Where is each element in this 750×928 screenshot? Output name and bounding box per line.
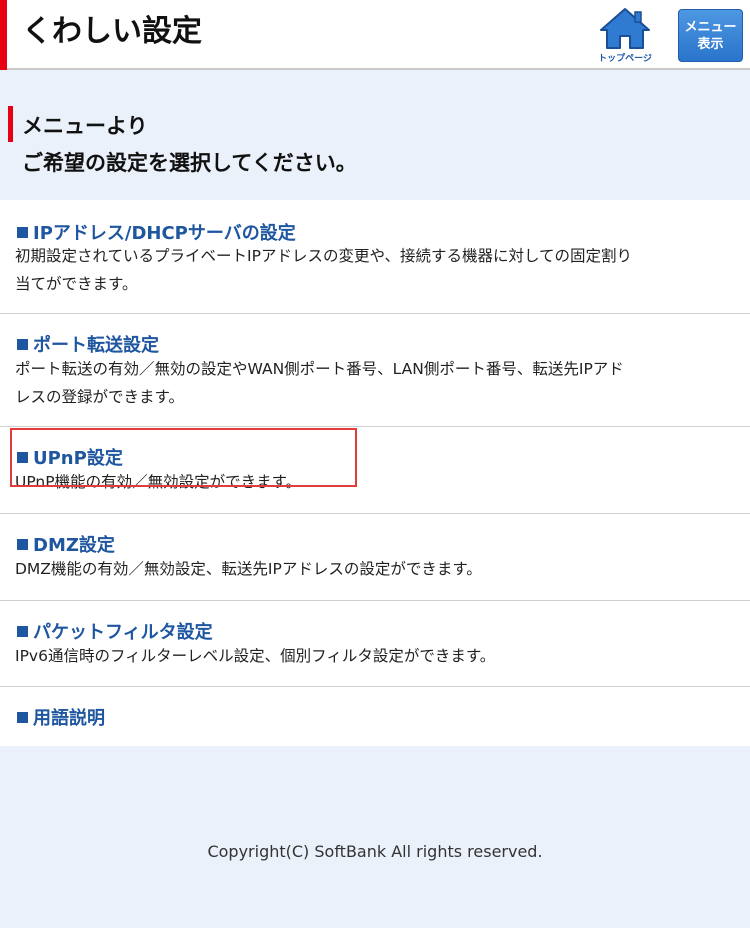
menu-item-glossary[interactable]: 用語説明: [0, 687, 750, 746]
square-bullet-icon: [17, 227, 28, 238]
settings-menu-list: IPアドレス/DHCPサーバの設定 初期設定されているプライベートIPアドレスの…: [0, 200, 750, 746]
menu-item-description: UPnP機能の有効／無効設定ができます。: [15, 468, 740, 496]
menu-item-title[interactable]: 用語説明: [17, 704, 105, 730]
menu-item-upnp[interactable]: UPnP設定 UPnP機能の有効／無効設定ができます。: [0, 427, 750, 514]
menu-button-line2: 表示: [697, 37, 724, 52]
desc-line: 初期設定されているプライベートIPアドレスの変更や、接続する機器に対しての固定割…: [15, 247, 633, 265]
menu-item-packet-filter[interactable]: パケットフィルタ設定 IPv6通信時のフィルターレベル設定、個別フィルタ設定がで…: [0, 601, 750, 687]
menu-item-description: ポート転送の有効／無効の設定やWAN側ポート番号、LAN側ポート番号、転送先IP…: [15, 355, 740, 411]
page-title: くわしい設定: [22, 14, 202, 49]
intro-subheading: ご希望の設定を選択してください。: [22, 151, 357, 175]
desc-line: UPnP機能の有効／無効設定ができます。: [15, 473, 302, 491]
menu-item-title[interactable]: UPnP設定: [17, 444, 123, 470]
desc-line: レスの登録ができます。: [15, 388, 184, 406]
menu-display-button[interactable]: メニュー 表示: [678, 9, 743, 62]
menu-item-title[interactable]: パケットフィルタ設定: [17, 618, 213, 644]
square-bullet-icon: [17, 539, 28, 550]
square-bullet-icon: [17, 626, 28, 637]
home-icon: [600, 8, 650, 49]
footer-copyright: Copyright(C) SoftBank All rights reserve…: [207, 842, 543, 861]
page-header: くわしい設定 トップページ メニュー 表示: [0, 0, 750, 70]
intro-section: メニューより ご希望の設定を選択してください。: [0, 72, 750, 200]
menu-item-description: 初期設定されているプライベートIPアドレスの変更や、接続する機器に対しての固定割…: [15, 242, 740, 298]
menu-item-title-text[interactable]: 用語説明: [33, 708, 105, 729]
desc-line: IPv6通信時のフィルターレベル設定、個別フィルタ設定ができます。: [15, 647, 496, 665]
menu-item-title-text[interactable]: DMZ設定: [33, 535, 115, 556]
menu-item-description: IPv6通信時のフィルターレベル設定、個別フィルタ設定ができます。: [15, 642, 740, 670]
desc-line: ポート転送の有効／無効の設定やWAN側ポート番号、LAN側ポート番号、転送先IP…: [15, 360, 624, 378]
menu-item-ip-dhcp[interactable]: IPアドレス/DHCPサーバの設定 初期設定されているプライベートIPアドレスの…: [0, 200, 750, 314]
menu-button-line1: メニュー: [684, 20, 737, 35]
intro-accent-bar: [8, 106, 13, 142]
menu-item-title-text[interactable]: パケットフィルタ設定: [33, 622, 213, 643]
desc-line: 当てができます。: [15, 275, 138, 293]
menu-item-title[interactable]: ポート転送設定: [17, 331, 159, 357]
header-accent-bar: [0, 0, 7, 70]
menu-item-title[interactable]: DMZ設定: [17, 531, 115, 557]
intro-heading: メニューより: [22, 114, 148, 138]
menu-item-dmz[interactable]: DMZ設定 DMZ機能の有効／無効設定、転送先IPアドレスの設定ができます。: [0, 514, 750, 601]
square-bullet-icon: [17, 339, 28, 350]
menu-item-description: DMZ機能の有効／無効設定、転送先IPアドレスの設定ができます。: [15, 555, 740, 583]
menu-item-title-text[interactable]: UPnP設定: [33, 448, 123, 469]
top-page-button[interactable]: トップページ: [592, 6, 658, 66]
square-bullet-icon: [17, 712, 28, 723]
top-page-label: トップページ: [598, 54, 652, 64]
square-bullet-icon: [17, 452, 28, 463]
menu-item-port-forwarding[interactable]: ポート転送設定 ポート転送の有効／無効の設定やWAN側ポート番号、LAN側ポート…: [0, 314, 750, 427]
menu-item-title-text[interactable]: IPアドレス/DHCPサーバの設定: [33, 223, 296, 244]
desc-line: DMZ機能の有効／無効設定、転送先IPアドレスの設定ができます。: [15, 560, 482, 578]
menu-item-title-text[interactable]: ポート転送設定: [33, 335, 159, 356]
